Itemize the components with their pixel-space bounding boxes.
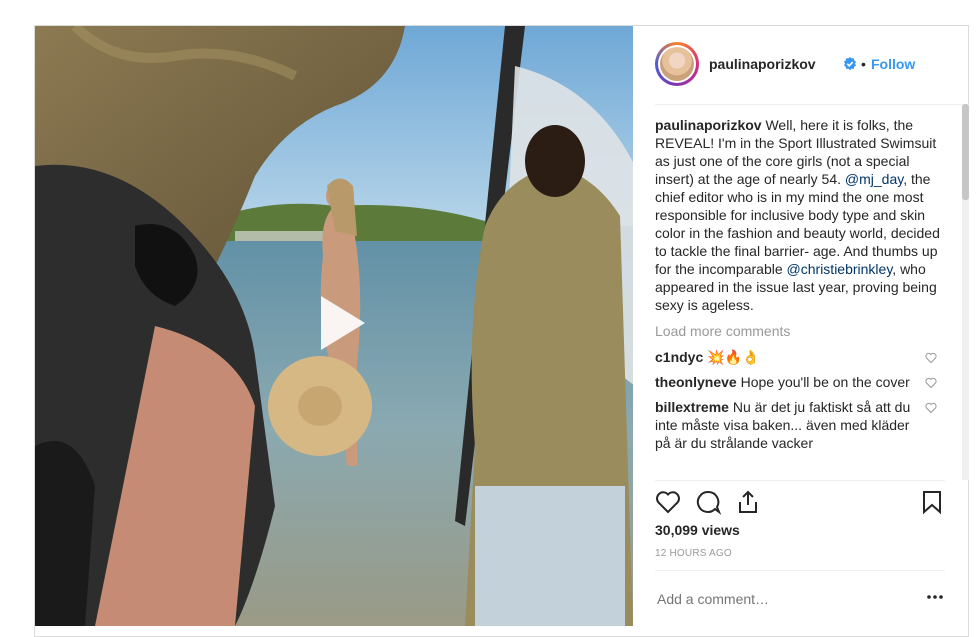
instagram-post: paulinaporizkov • Follow paulinaporizkov… (34, 25, 969, 637)
more-options-icon[interactable] (925, 589, 945, 605)
post-caption: paulinaporizkov Well, here it is folks, … (655, 104, 945, 314)
comment-text: Hope you'll be on the cover (740, 374, 910, 390)
comment-item: theonlyneve Hope you'll be on the cover (655, 373, 945, 391)
comment-username[interactable]: theonlyneve (655, 374, 737, 390)
comment-item: c1ndyc 💥🔥👌 (655, 348, 945, 366)
comment-item: billextreme Nu är det ju faktiskt så att… (655, 398, 945, 452)
scrollbar-thumb[interactable] (962, 104, 969, 200)
follow-button[interactable]: Follow (871, 56, 915, 72)
username-link[interactable]: paulinaporizkov (709, 56, 816, 72)
post-timestamp[interactable]: 12 HOURS AGO (655, 548, 732, 559)
play-icon[interactable] (303, 288, 373, 358)
post-header: paulinaporizkov • Follow (655, 26, 966, 105)
like-heart-icon[interactable] (655, 489, 681, 515)
caption-username[interactable]: paulinaporizkov (655, 117, 762, 133)
load-more-comments-button[interactable]: Load more comments (655, 322, 945, 340)
comment-bubble-icon[interactable] (695, 489, 721, 515)
post-sidebar: paulinaporizkov • Follow paulinaporizkov… (633, 26, 969, 626)
avatar-ring (658, 45, 696, 83)
post-video[interactable] (35, 26, 633, 626)
comment-like-icon[interactable] (925, 377, 937, 389)
caption-mention-mj-day[interactable]: @mj_day (845, 171, 903, 187)
verified-badge-icon (844, 57, 856, 71)
comment-username[interactable]: c1ndyc (655, 349, 703, 365)
avatar[interactable] (655, 42, 699, 86)
view-count[interactable]: 30,099 views (655, 522, 740, 538)
comment-like-icon[interactable] (925, 402, 937, 414)
comment-like-icon[interactable] (925, 352, 937, 364)
comments-list[interactable]: paulinaporizkov Well, here it is folks, … (655, 104, 945, 480)
comment-username[interactable]: billextreme (655, 399, 729, 415)
separator-dot: • (861, 56, 866, 72)
add-comment-section (655, 570, 945, 627)
add-comment-input[interactable] (655, 588, 899, 610)
comment-text: 💥🔥👌 (707, 349, 760, 365)
comments-scrollbar[interactable] (962, 104, 969, 480)
share-icon[interactable] (735, 489, 761, 515)
avatar-image (660, 47, 694, 81)
bookmark-icon[interactable] (919, 489, 945, 515)
action-bar (655, 480, 945, 521)
caption-mention-christiebrinkley[interactable]: @christiebrinkley (787, 261, 893, 277)
